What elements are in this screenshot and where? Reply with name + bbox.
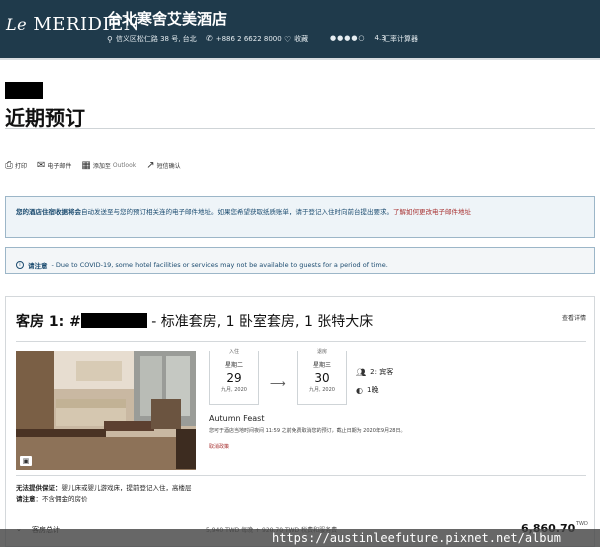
favorite-button[interactable]: ♡ 收藏	[284, 34, 308, 44]
room-type: - 标准套房, 1 卧室套房, 1 张特大床	[146, 314, 374, 330]
address[interactable]: ⚲ 信义区松仁路 38 号, 台北	[107, 34, 197, 44]
check-out-weekday: 星期三	[312, 362, 331, 369]
share-arrow-icon: ↗	[146, 160, 155, 171]
covid-notice-text: - Due to COVID-19, some hotel facilities…	[51, 261, 388, 269]
photo-gallery-icon[interactable]: ▣	[20, 456, 32, 466]
room-photo-illustration	[16, 351, 196, 470]
check-in-weekday: 星期二	[224, 362, 243, 369]
check-out-day: 30	[314, 371, 330, 385]
rating-dots: ●●●●○	[330, 34, 366, 42]
email-receipt-notice: 您的酒店住宿收据将会自动发送至与您的预订相关连的电子邮件地址。如果您希望获取纸质…	[5, 196, 595, 238]
phone-text: +886 2 6622 8000	[215, 34, 282, 43]
address-text: 信义区松仁路 38 号, 台北	[115, 35, 197, 43]
hotel-name: 台北寒舍艾美酒店	[107, 10, 228, 28]
room-number-prefix: 客房 1: #	[16, 314, 81, 330]
redacted-confirmation-number	[80, 313, 147, 328]
details-divider	[16, 475, 586, 476]
currency-converter-label: 汇率计算器	[383, 35, 418, 43]
check-out-label: 退房	[298, 348, 346, 355]
check-in-label: 入住	[210, 348, 258, 355]
check-out-box: 退房 星期三 30 九月, 2020	[297, 348, 347, 405]
moon-icon: ◐	[356, 385, 363, 395]
guests-icon: 👥︎	[356, 367, 367, 377]
check-in-box: 入住 星期二 29 九月, 2020	[209, 348, 259, 405]
change-email-link[interactable]: 了解如何更改电子邮件地址	[393, 208, 471, 216]
room-divider	[16, 341, 586, 342]
covid-notice: i 请注意 - Due to COVID-19, some hotel faci…	[5, 247, 595, 274]
header-divider	[0, 58, 600, 60]
title-divider	[5, 128, 595, 129]
action-bar: ⎙ 打印 ✉ 电子邮件 ▦ 添加至 Outlook ↗ 短信确认	[5, 160, 181, 171]
currency-converter-link[interactable]: 汇率计算器	[383, 34, 418, 44]
sms-confirm-action[interactable]: ↗ 短信确认	[146, 160, 180, 171]
print-action[interactable]: ⎙ 打印	[5, 160, 27, 171]
check-in-day: 29	[226, 371, 242, 385]
covid-notice-label: 请注意	[28, 262, 48, 270]
room-total-currency: TWD	[576, 521, 588, 527]
envelope-icon: ✉	[37, 160, 46, 171]
add-to-outlook-action[interactable]: ▦ 添加至 Outlook	[81, 160, 136, 171]
watermark-text: https://austinleefuture.pixnet.net/album	[272, 531, 561, 545]
room-photo[interactable]: ▣	[16, 351, 196, 470]
commission-note: 请注意：不含佣金的房价	[16, 493, 88, 503]
brand-prefix: Le	[6, 15, 28, 34]
date-arrow-icon: ⟶	[270, 377, 286, 390]
rate-name: Autumn Feast	[209, 414, 265, 423]
phone-icon: ✆	[206, 34, 213, 43]
guarantee-label: 无法提供保证：	[16, 484, 62, 492]
watermark-bar: https://austinleefuture.pixnet.net/album	[0, 529, 600, 547]
notice-text: 自动发送至与您的预订相关连的电子邮件地址。如果您希望获取纸质账单，请于登记入住时…	[81, 208, 393, 216]
add-to-label: 添加至	[92, 163, 111, 170]
favorite-label: 收藏	[294, 35, 309, 43]
guest-count-text: 2: 宾客	[370, 368, 394, 376]
night-count: ◐ 1晚	[356, 385, 378, 395]
guest-count: 👥︎ 2: 宾客	[356, 367, 393, 377]
outlook-label: Outlook	[112, 162, 137, 169]
phone[interactable]: ✆ +886 2 6622 8000	[206, 34, 282, 43]
check-out-month: 九月, 2020	[309, 387, 335, 393]
email-label: 电子邮件	[47, 163, 72, 170]
hotel-header: Le MERIDIEN 台北寒舍艾美酒店 ⚲ 信义区松仁路 38 号, 台北 ✆…	[0, 0, 600, 58]
guarantee-note: 无法提供保证：婴儿床或婴儿游戏床，提前登记入住，高楼层	[16, 482, 192, 492]
commission-note-text: ：不含佣金的房价	[35, 495, 88, 503]
email-action[interactable]: ✉ 电子邮件	[37, 160, 71, 171]
redacted-name	[5, 82, 43, 99]
guarantee-text: 婴儿床或婴儿游戏床，提前登记入住，高楼层	[61, 484, 192, 492]
calendar-icon: ▦	[81, 160, 91, 171]
rate-description: 您可于酒店当地时间夜间 11:59 之前免费取消您的预订，截止日期为 2020年…	[209, 428, 406, 434]
room-title: 客房 1: # - 标准套房, 1 卧室套房, 1 张特大床	[16, 311, 373, 331]
cancellation-policy-link[interactable]: 取消政策	[209, 443, 229, 450]
commission-note-label: 请注意	[16, 495, 36, 503]
room-card: 客房 1: # - 标准套房, 1 卧室套房, 1 张特大床 查看详情 ▣ 入住…	[5, 296, 595, 547]
location-pin-icon: ⚲	[107, 34, 113, 44]
sms-label: 短信确认	[156, 163, 181, 170]
notice-bold: 您的酒店住宿收据将会	[16, 208, 81, 216]
view-details-link[interactable]: 查看详情	[562, 313, 586, 322]
print-label: 打印	[15, 163, 28, 170]
printer-icon: ⎙	[5, 160, 13, 171]
page-title: 近期预订	[5, 106, 85, 130]
info-icon: i	[16, 261, 24, 269]
rating[interactable]: ●●●●○ 4.3	[330, 34, 386, 42]
night-count-text: 1晚	[366, 386, 379, 394]
check-in-month: 九月, 2020	[221, 387, 247, 393]
heart-icon: ♡	[284, 34, 292, 44]
